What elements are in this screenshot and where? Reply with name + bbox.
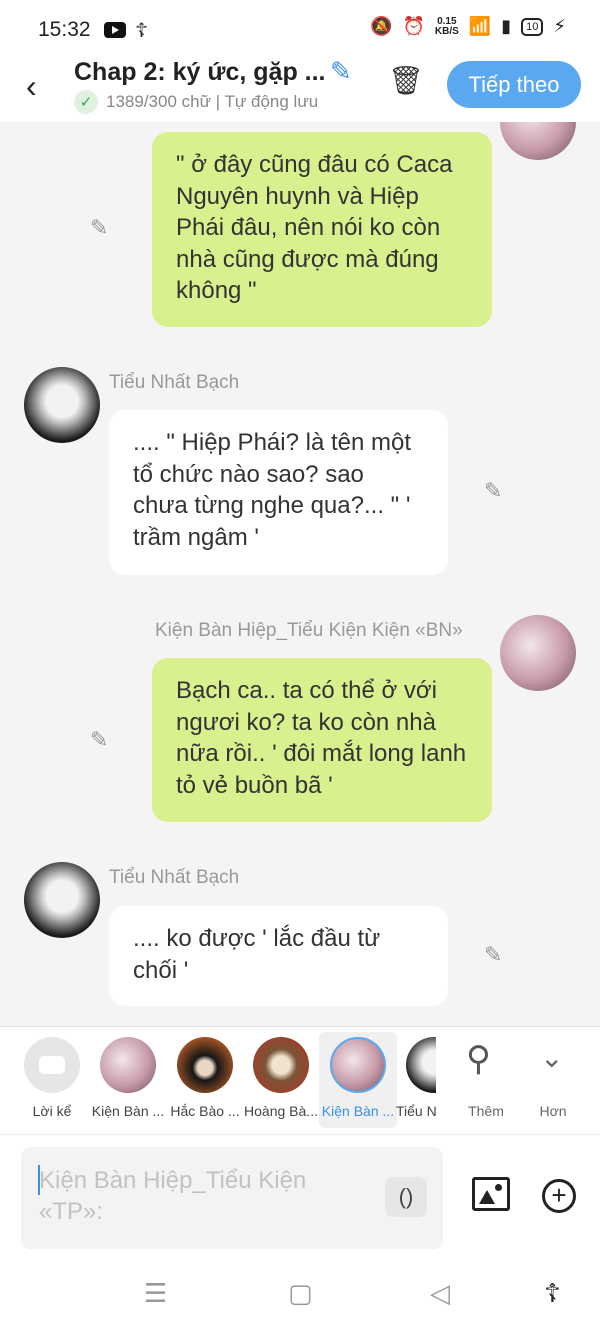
add-character-button[interactable]: ⚲ Thêm xyxy=(448,1027,524,1135)
save-status: ✓ 1389/300 chữ | Tự động lưu xyxy=(74,90,318,114)
character-selector: Lời kể Kiện Bàn ... Hắc Bào ... Hoàng Bà… xyxy=(0,1026,600,1134)
avatar[interactable] xyxy=(500,615,576,691)
next-button[interactable]: Tiếp theo xyxy=(447,61,581,108)
word-count: 1389/300 chữ | Tự động lưu xyxy=(106,92,319,111)
avatar xyxy=(177,1037,233,1093)
mute-bell-icon: 🔕 xyxy=(370,16,393,36)
message-bubble[interactable]: " ở đây cũng đâu có Caca Nguyên huynh và… xyxy=(152,132,492,327)
character-item[interactable]: Hắc Bào ... xyxy=(165,1027,245,1135)
network-speed: 0.15 KB/S xyxy=(434,16,459,37)
sender-name: Tiểu Nhất Bạch xyxy=(109,867,240,888)
avatar xyxy=(406,1037,436,1093)
input-placeholder: Kiện Bàn Hiệp_Tiểu Kiện «TP»: xyxy=(39,1167,307,1225)
avatar xyxy=(100,1037,156,1093)
action-parentheses-button[interactable]: () xyxy=(385,1177,427,1217)
battery-icon: 10 xyxy=(521,17,544,36)
input-bar: Kiện Bàn Hiệp_Tiểu Kiện «TP»: () + xyxy=(0,1134,600,1260)
editor-header: ‹ Chap 2: ký ức, gặp ... ✎ ✓ 1389/300 ch… xyxy=(0,56,600,122)
pencil-icon[interactable]: ✎ xyxy=(90,727,108,753)
character-item[interactable]: Tiểu N xyxy=(394,1027,436,1135)
character-label: Hắc Bào ... xyxy=(170,1103,240,1119)
chevron-down-icon: ⌄ xyxy=(540,1042,564,1073)
add-person-icon: ⚲ xyxy=(466,1040,491,1078)
more-label: Hơn xyxy=(539,1103,567,1119)
pencil-icon[interactable]: ✎ xyxy=(484,942,502,968)
accessibility-status-icon: ☦ xyxy=(135,20,148,42)
character-label: Tiểu N xyxy=(396,1103,436,1119)
avatar[interactable] xyxy=(24,862,100,938)
avatar xyxy=(253,1037,309,1093)
chat-area[interactable]: ✎ " ở đây cũng đâu có Caca Nguyên huynh … xyxy=(0,122,600,1026)
signal-icon: ▮ xyxy=(501,16,512,36)
character-item[interactable]: Hoàng Bà... xyxy=(241,1027,321,1135)
character-item[interactable]: Kiện Bàn ... xyxy=(88,1027,168,1135)
network-speed-unit: KB/S xyxy=(434,25,459,37)
trash-icon[interactable]: 🗑 xyxy=(388,64,424,97)
message-bubble[interactable]: .... ko được ' lắc đầu từ chối ' xyxy=(109,906,448,1006)
status-bar: 15:32 ☦ 🔕 ⏰ 0.15 KB/S 📶 ▮ 10 ⚡ xyxy=(0,0,600,56)
plus-circle-icon[interactable]: + xyxy=(542,1179,576,1213)
character-label: Lời kể xyxy=(32,1103,72,1119)
character-label: Kiện Bàn ... xyxy=(321,1103,395,1119)
message-bubble[interactable]: Bạch ca.. ta có thể ở với ngươi ko? ta k… xyxy=(152,658,492,822)
character-label: Hoàng Bà... xyxy=(244,1103,318,1119)
menu-icon[interactable]: ☰ xyxy=(144,1278,167,1309)
charging-icon: ⚡ xyxy=(553,16,566,36)
youtube-icon xyxy=(104,22,126,38)
home-square-icon[interactable]: ▢ xyxy=(288,1278,313,1309)
narrator-icon xyxy=(24,1037,80,1093)
avatar xyxy=(330,1037,386,1093)
character-item-selected[interactable]: Kiện Bàn ... xyxy=(318,1027,398,1135)
sender-name: Kiện Bàn Hiệp_Tiểu Kiện Kiện «BN» xyxy=(155,620,463,641)
system-nav-bar: ☰ ▢ ◁ ☦ xyxy=(0,1260,600,1333)
wifi-icon: 📶 xyxy=(468,16,492,36)
character-narrator[interactable]: Lời kể xyxy=(12,1027,92,1135)
back-triangle-icon[interactable]: ◁ xyxy=(430,1278,450,1309)
alarm-icon: ⏰ xyxy=(402,16,425,36)
message-bubble[interactable]: .... " Hiệp Phái? là tên một tổ chức nào… xyxy=(109,410,448,575)
back-arrow-icon[interactable]: ‹ xyxy=(26,68,37,105)
image-icon[interactable] xyxy=(472,1177,510,1211)
sender-name: Tiểu Nhất Bạch xyxy=(109,372,240,393)
avatar[interactable] xyxy=(24,367,100,443)
status-time: 15:32 xyxy=(38,18,91,41)
accessibility-icon[interactable]: ☦ xyxy=(544,1278,561,1309)
message-input[interactable]: Kiện Bàn Hiệp_Tiểu Kiện «TP»: () xyxy=(21,1147,443,1249)
add-character-label: Thêm xyxy=(468,1103,504,1119)
check-icon: ✓ xyxy=(74,90,98,114)
edit-title-icon[interactable]: ✎ xyxy=(330,56,352,87)
status-icons: 🔕 ⏰ 0.15 KB/S 📶 ▮ 10 ⚡ xyxy=(370,16,566,37)
avatar[interactable] xyxy=(500,122,576,160)
more-characters-button[interactable]: ⌄ Hơn xyxy=(522,1027,584,1135)
pencil-icon[interactable]: ✎ xyxy=(484,478,502,504)
character-label: Kiện Bàn ... xyxy=(91,1103,165,1119)
pencil-icon[interactable]: ✎ xyxy=(90,215,108,241)
chapter-title[interactable]: Chap 2: ký ức, gặp ... xyxy=(74,58,326,87)
